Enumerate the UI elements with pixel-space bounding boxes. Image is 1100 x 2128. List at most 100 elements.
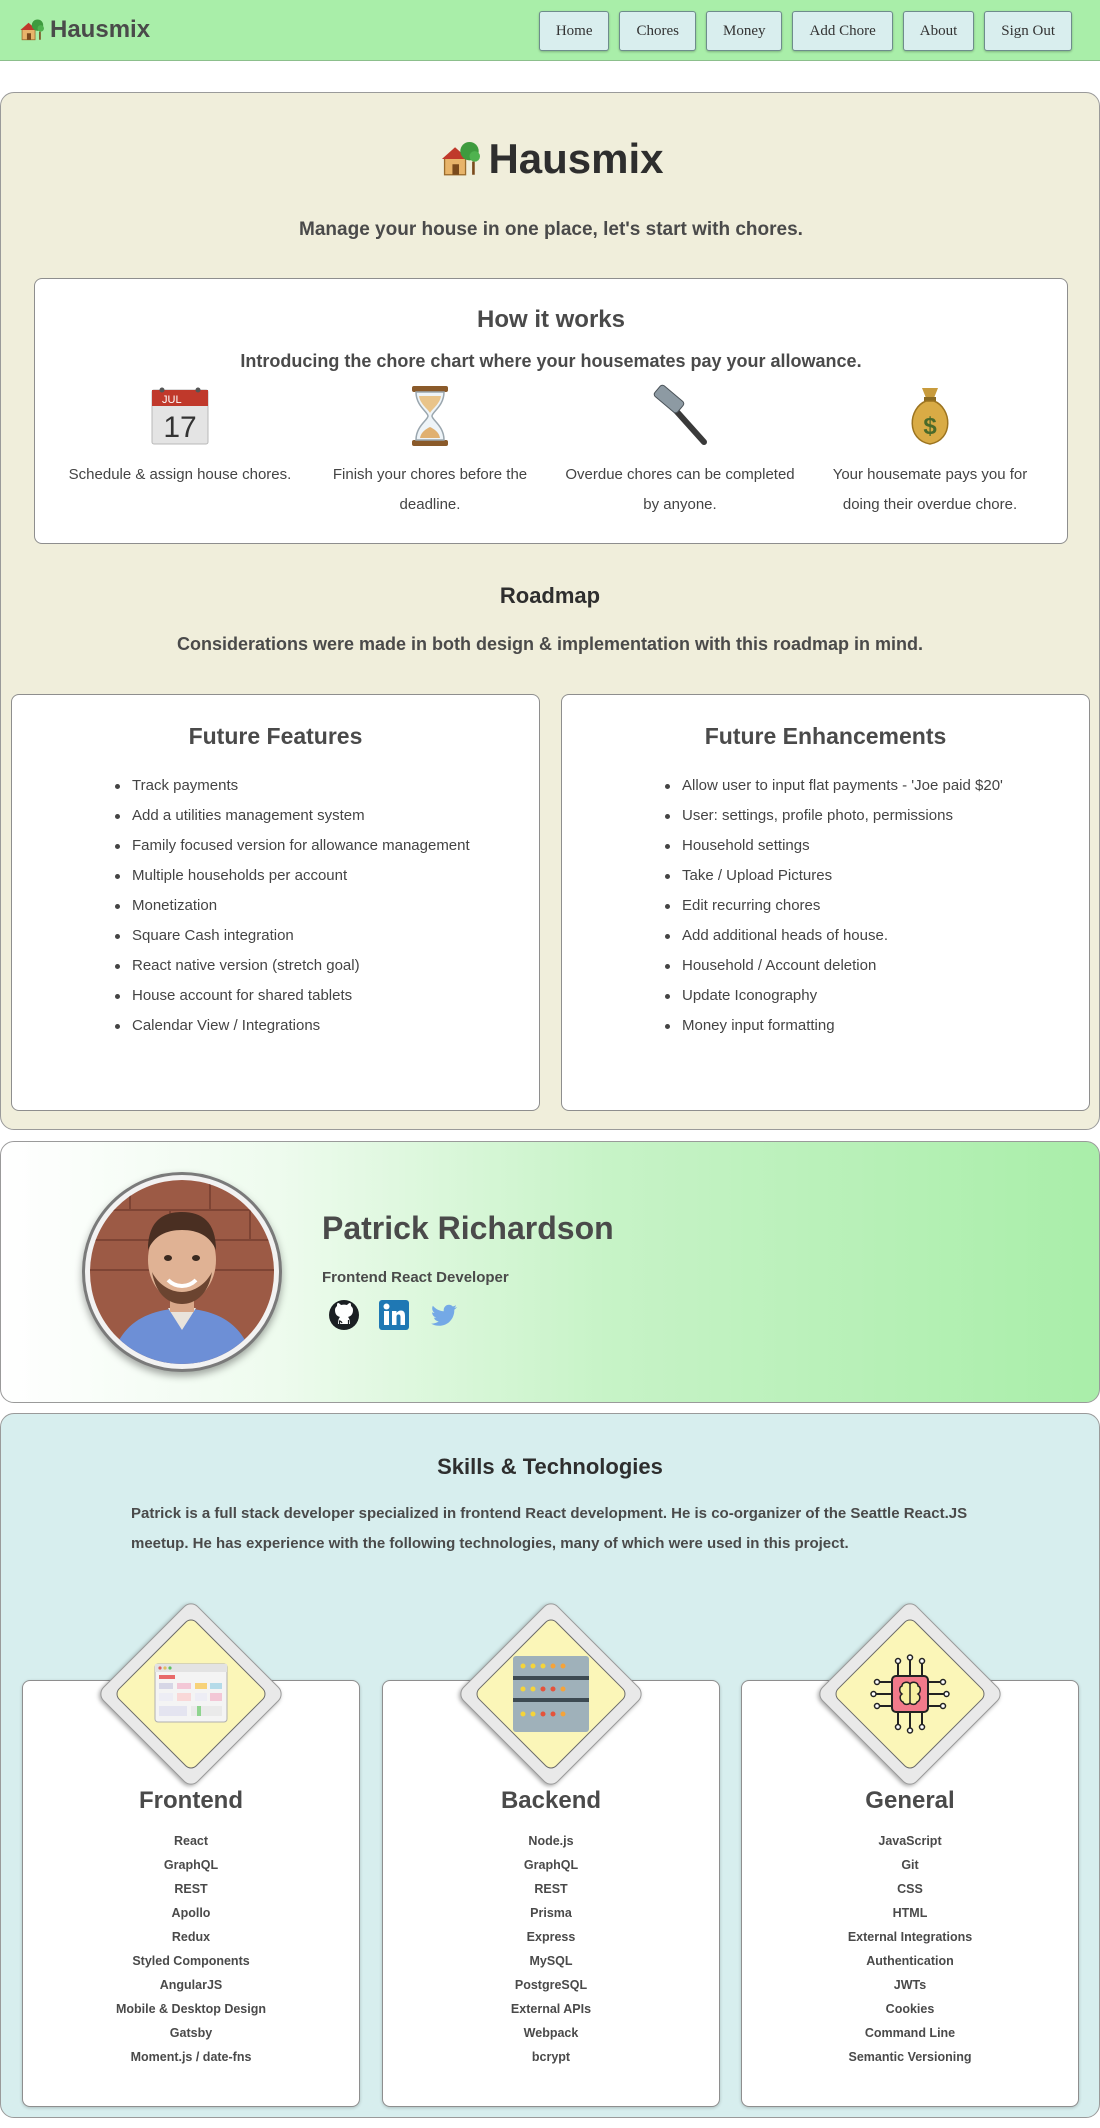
- list-item: Gatsby: [169, 2026, 213, 2040]
- list-item: Calendar View / Integrations: [115, 1011, 472, 1041]
- future-features-list: Track payments Add a utilities managemen…: [115, 771, 472, 1041]
- list-item: Cookies: [885, 2002, 935, 2016]
- list-item: JavaScript: [878, 1834, 942, 1848]
- step-text: Schedule & assign house chores.: [68, 466, 292, 483]
- how-it-works-subtitle: Introducing the chore chart where your h…: [240, 351, 862, 371]
- list-item: External APIs: [510, 2002, 592, 2016]
- social-links: [328, 1299, 460, 1331]
- github-icon[interactable]: [328, 1299, 360, 1331]
- avatar: [90, 1180, 274, 1364]
- list-item: External Integrations: [847, 1930, 973, 1944]
- general-list: JavaScript Git CSS HTML External Integra…: [742, 1829, 1078, 2069]
- step-overdue: Overdue chores can be completed by anyon…: [555, 384, 805, 520]
- future-features-title: Future Features: [188, 723, 363, 749]
- backend-title: Backend: [500, 1787, 602, 1814]
- general-title: General: [865, 1787, 955, 1814]
- future-features-card: Future Features Track payments Add a uti…: [11, 694, 540, 1111]
- brand-logo-link[interactable]: Hausmix: [18, 14, 150, 46]
- list-item: Express: [526, 1930, 576, 1944]
- hero-title-text: Hausmix: [488, 135, 664, 182]
- list-item: JWTs: [893, 1978, 927, 1992]
- nav-add-chore-button[interactable]: Add Chore: [792, 11, 893, 51]
- list-item: React: [173, 1834, 209, 1848]
- skills-section: Skills & Technologies Patrick is a full …: [0, 1413, 1100, 2118]
- avatar-frame: [82, 1172, 282, 1372]
- list-item: Take / Upload Pictures: [665, 861, 1012, 891]
- svg-text:$: $: [923, 413, 937, 440]
- list-item: Add a utilities management system: [115, 801, 472, 831]
- hourglass-icon: [412, 386, 448, 446]
- list-item: Money input formatting: [665, 1011, 1012, 1041]
- nav-links: Home Chores Money Add Chore About Sign O…: [538, 11, 1072, 51]
- how-it-works-title: How it works: [476, 306, 626, 333]
- list-item: User: settings, profile photo, permissio…: [665, 801, 1012, 831]
- list-item: HTML: [892, 1906, 928, 1920]
- step-schedule: JUL 17 Schedule & assign house chores.: [55, 384, 305, 520]
- general-badge: [815, 1599, 1005, 1789]
- frontend-title: Frontend: [139, 1787, 243, 1814]
- list-item: Redux: [171, 1930, 211, 1944]
- list-item: Webpack: [523, 2026, 579, 2040]
- list-item: Household / Account deletion: [665, 951, 1012, 981]
- calendar-icon: JUL 17: [151, 387, 209, 445]
- step-text: Your housemate pays you for doing their …: [832, 466, 1028, 513]
- nav-home-button[interactable]: Home: [538, 11, 610, 51]
- list-item: Edit recurring chores: [665, 891, 1012, 921]
- list-item: Family focused version for allowance man…: [115, 831, 472, 861]
- skills-title: Skills & Technologies: [437, 1454, 663, 1479]
- profile-name: Patrick Richardson: [322, 1210, 614, 1246]
- nav-about-button[interactable]: About: [902, 11, 975, 51]
- list-item: MySQL: [529, 1954, 573, 1968]
- top-nav: Hausmix Home Chores Money Add Chore Abou…: [0, 0, 1100, 61]
- how-it-works-card: How it works Introducing the chore chart…: [34, 278, 1068, 544]
- frontend-badge: [96, 1599, 286, 1789]
- brand-name: Hausmix: [50, 16, 151, 43]
- future-enhancements-card: Future Enhancements Allow user to input …: [561, 694, 1090, 1111]
- hero-title: Hausmix: [1, 135, 1100, 183]
- list-item: Square Cash integration: [115, 921, 472, 951]
- list-item: AngularJS: [159, 1978, 223, 1992]
- backend-list: Node.js GraphQL REST Prisma Express MySQ…: [383, 1829, 719, 2069]
- list-item: GraphQL: [523, 1858, 579, 1872]
- list-item: Apollo: [171, 1906, 211, 1920]
- list-item: Node.js: [528, 1834, 574, 1848]
- step-text: Overdue chores can be completed by anyon…: [565, 466, 795, 513]
- future-enhancements-title: Future Enhancements: [704, 723, 947, 749]
- ai-chip-icon: [870, 1654, 950, 1734]
- hero-tagline: Manage your house in one place, let's st…: [299, 219, 803, 240]
- list-item: Styled Components: [132, 1954, 250, 1968]
- list-item: Track payments: [115, 771, 472, 801]
- calendar-month-label: JUL: [162, 394, 182, 406]
- list-item: Update Iconography: [665, 981, 1012, 1011]
- house-tree-icon: [20, 19, 44, 41]
- nav-money-button[interactable]: Money: [705, 11, 783, 51]
- list-item: CSS: [897, 1882, 923, 1896]
- list-item: Mobile & Desktop Design: [115, 2002, 267, 2016]
- list-item: PostgreSQL: [514, 1978, 588, 1992]
- list-item: Allow user to input flat payments - 'Joe…: [665, 771, 1012, 801]
- list-item: Multiple households per account: [115, 861, 472, 891]
- future-enhancements-list: Allow user to input flat payments - 'Joe…: [665, 771, 1012, 1041]
- list-item: Add additional heads of house.: [665, 921, 1012, 951]
- skills-description: Patrick is a full stack developer specia…: [131, 1505, 968, 1552]
- money-bag-icon: $: [911, 388, 949, 445]
- linkedin-icon[interactable]: [378, 1299, 410, 1331]
- step-finish: Finish your chores before the deadline.: [305, 384, 555, 520]
- twitter-icon[interactable]: [428, 1299, 460, 1331]
- roadmap-subtitle: Considerations were made in both design …: [176, 634, 924, 654]
- list-item: Prisma: [530, 1906, 572, 1920]
- profile-role: Frontend React Developer: [322, 1269, 509, 1286]
- list-item: Command Line: [864, 2026, 956, 2040]
- intro-section: Hausmix Manage your house in one place, …: [0, 92, 1100, 1130]
- list-item: REST: [174, 1882, 208, 1896]
- roadmap-title: Roadmap: [499, 583, 601, 608]
- hammer-icon: [653, 384, 707, 445]
- list-item: Authentication: [866, 1954, 954, 1968]
- nav-chores-button[interactable]: Chores: [619, 11, 696, 51]
- list-item: Git: [901, 1858, 919, 1872]
- calendar-day-label: 17: [163, 411, 196, 444]
- step-text: Finish your chores before the deadline.: [332, 466, 528, 513]
- nav-sign-out-button[interactable]: Sign Out: [984, 11, 1072, 51]
- browser-window-icon: [154, 1663, 228, 1723]
- step-pay: $ Your housemate pays you for doing thei…: [805, 384, 1055, 520]
